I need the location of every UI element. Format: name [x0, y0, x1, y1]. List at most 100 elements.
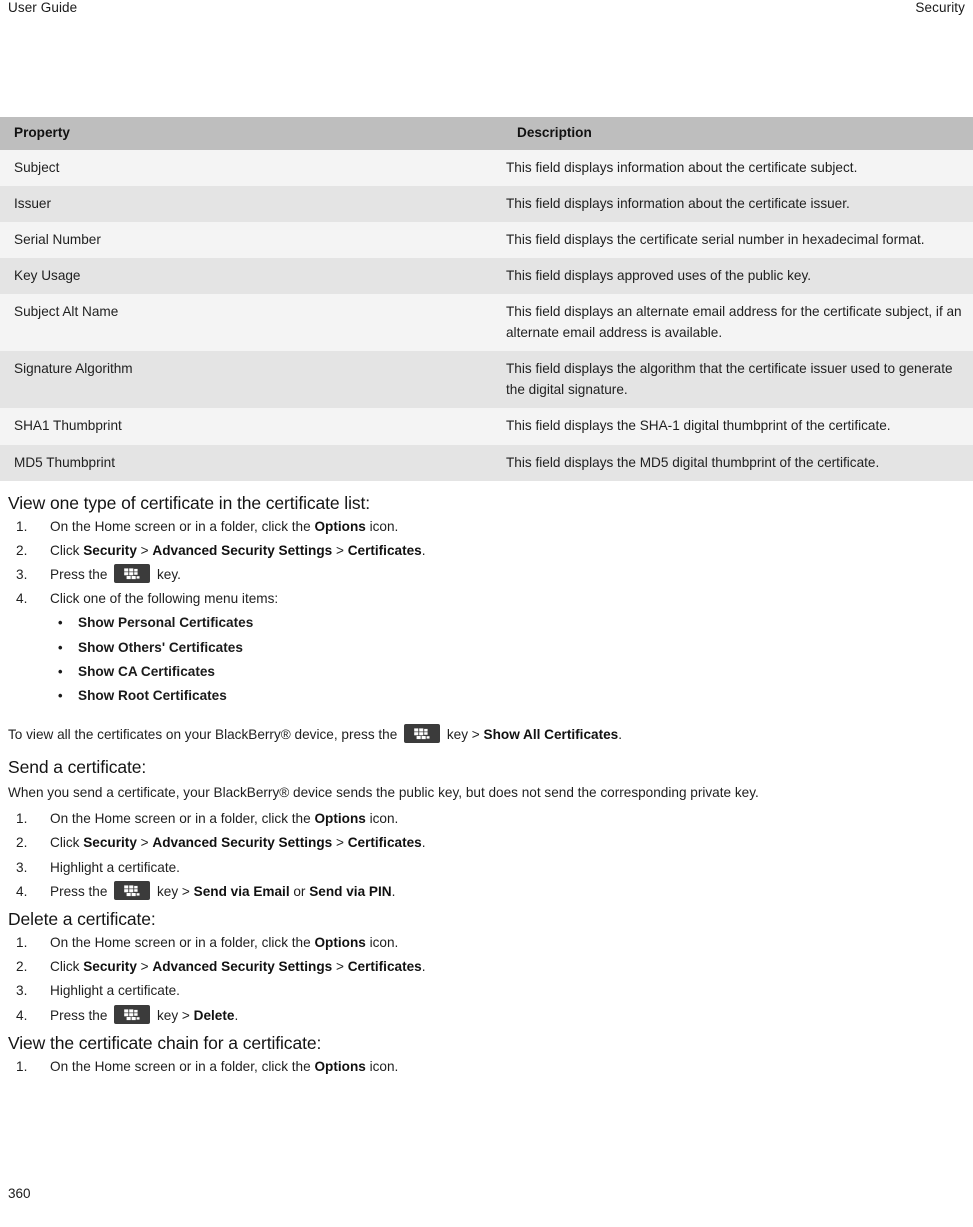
blackberry-menu-key-icon	[114, 563, 151, 583]
header-left-title: User Guide	[8, 0, 78, 15]
cell-property: Key Usage	[0, 258, 503, 295]
separator: >	[332, 835, 348, 851]
cell-description: This field displays the MD5 digital thum…	[503, 444, 973, 481]
separator: >	[332, 542, 348, 558]
step-text-tail: .	[421, 959, 426, 975]
note-view-all-certificates: To view all the certificates on your Bla…	[8, 724, 973, 745]
header-right-title: Security	[915, 0, 965, 15]
certificate-properties-table: Property Description Subject This field …	[0, 117, 973, 481]
step-text: Press the	[50, 1007, 112, 1023]
step-text-mid: key >	[153, 883, 194, 899]
step-item: On the Home screen or in a folder, click…	[8, 807, 973, 831]
table-header-row: Property Description	[0, 117, 973, 150]
table-row: Serial Number This field displays the ce…	[0, 222, 973, 259]
separator: >	[136, 542, 153, 558]
step-item: On the Home screen or in a folder, click…	[8, 1055, 973, 1079]
ui-label-options: Options	[314, 934, 366, 950]
steps-view-certificate-chain: On the Home screen or in a folder, click…	[0, 1055, 973, 1079]
step-text: Highlight a certificate.	[50, 859, 180, 875]
section-heading-delete-certificate: Delete a certificate:	[8, 908, 156, 929]
cell-description: This field displays the certificate seri…	[503, 222, 973, 259]
ui-label-certificates: Certificates	[347, 959, 422, 975]
blackberry-menu-key-icon	[114, 880, 151, 900]
list-item[interactable]: Show CA Certificates	[58, 660, 973, 684]
step-text: Press the	[50, 566, 112, 582]
step-text: Click one of the following menu items:	[50, 591, 279, 607]
note-text: To view all the certificates on your Bla…	[8, 727, 402, 743]
step-text-tail: .	[421, 542, 426, 558]
note-text-tail: .	[618, 727, 623, 743]
ui-label-security: Security	[83, 542, 137, 558]
step-item: Highlight a certificate.	[8, 979, 973, 1003]
steps-delete-certificate: On the Home screen or in a folder, click…	[0, 931, 973, 1028]
cell-property: Subject	[0, 149, 503, 187]
step-text: Press the	[50, 883, 112, 899]
ui-label-certificates: Certificates	[347, 542, 422, 558]
table-row: Issuer This field displays information a…	[0, 186, 973, 223]
cell-property: SHA1 Thumbprint	[0, 408, 503, 445]
cell-description: This field displays the SHA-1 digital th…	[503, 408, 973, 445]
step-item: Click Security > Advanced Security Setti…	[8, 539, 973, 563]
table-row: MD5 Thumbprint This field displays the M…	[0, 444, 973, 481]
step-item: Click Security > Advanced Security Setti…	[8, 831, 973, 855]
menu-item-list: Show Personal Certificates Show Others' …	[0, 611, 973, 708]
step-text-tail: .	[421, 835, 426, 851]
cell-property: Signature Algorithm	[0, 351, 503, 409]
step-text: On the Home screen or in a folder, click…	[50, 934, 315, 950]
step-text-tail: icon.	[365, 518, 399, 534]
column-header-property: Property	[0, 117, 503, 150]
step-item: Click Security > Advanced Security Setti…	[8, 955, 973, 979]
ui-label-certificates: Certificates	[347, 835, 422, 851]
ui-label-delete: Delete	[193, 1007, 235, 1023]
column-header-description: Description	[503, 117, 973, 150]
ui-label-options: Options	[314, 518, 366, 534]
ui-label-send-via-email: Send via Email	[193, 883, 290, 899]
cell-description: This field displays approved uses of the…	[503, 258, 973, 295]
separator: >	[332, 959, 348, 975]
separator: >	[136, 835, 153, 851]
cell-property: Issuer	[0, 186, 503, 223]
step-text: On the Home screen or in a folder, click…	[50, 518, 315, 534]
section-heading-view-one-type: View one type of certificate in the cert…	[8, 492, 371, 513]
step-text-tail: .	[234, 1007, 239, 1023]
step-text-tail: .	[391, 883, 396, 899]
step-item: Highlight a certificate.	[8, 856, 973, 880]
section-heading-view-certificate-chain: View the certificate chain for a certifi…	[8, 1032, 322, 1053]
cell-property: Subject Alt Name	[0, 294, 503, 352]
ui-label-advanced-security-settings: Advanced Security Settings	[152, 959, 333, 975]
note-text-mid: key >	[443, 727, 484, 743]
footer-page-number: 360	[8, 1186, 31, 1201]
steps-send-certificate: On the Home screen or in a folder, click…	[0, 807, 973, 904]
ui-label-security: Security	[83, 835, 137, 851]
ui-label-send-via-pin: Send via PIN	[309, 883, 392, 899]
ui-label-advanced-security-settings: Advanced Security Settings	[152, 542, 333, 558]
steps-view-one-type: On the Home screen or in a folder, click…	[0, 515, 973, 612]
list-item[interactable]: Show Others' Certificates	[58, 636, 973, 660]
step-text-tail: icon.	[365, 811, 399, 827]
step-text: Click	[50, 959, 84, 975]
step-item: Press the key > Send via Email or Send v…	[8, 880, 973, 904]
step-text-tail: key.	[153, 566, 181, 582]
table-row: SHA1 Thumbprint This field displays the …	[0, 408, 973, 445]
step-text-tail: icon.	[365, 934, 399, 950]
step-text: Highlight a certificate.	[50, 983, 180, 999]
conjunction: or	[289, 883, 310, 899]
separator: >	[136, 959, 153, 975]
list-item[interactable]: Show Personal Certificates	[58, 611, 973, 635]
step-text: Click	[50, 835, 84, 851]
step-item: Press the key > Delete.	[8, 1004, 973, 1028]
step-text: On the Home screen or in a folder, click…	[50, 811, 315, 827]
document-page: User Guide Security Property Description…	[0, 0, 973, 1227]
ui-label-security: Security	[83, 959, 137, 975]
blackberry-menu-key-icon	[404, 724, 441, 744]
cell-property: MD5 Thumbprint	[0, 444, 503, 481]
ui-label-show-all-certificates: Show All Certificates	[483, 727, 619, 743]
step-text-mid: key >	[153, 1007, 194, 1023]
table-row: Signature Algorithm This field displays …	[0, 351, 973, 409]
step-text: Click	[50, 542, 84, 558]
list-item[interactable]: Show Root Certificates	[58, 684, 973, 708]
step-text: On the Home screen or in a folder, click…	[50, 1058, 315, 1074]
running-header: User Guide Security	[0, 0, 973, 22]
step-item: On the Home screen or in a folder, click…	[8, 931, 973, 955]
intro-send-certificate: When you send a certificate, your BlackB…	[8, 785, 759, 801]
